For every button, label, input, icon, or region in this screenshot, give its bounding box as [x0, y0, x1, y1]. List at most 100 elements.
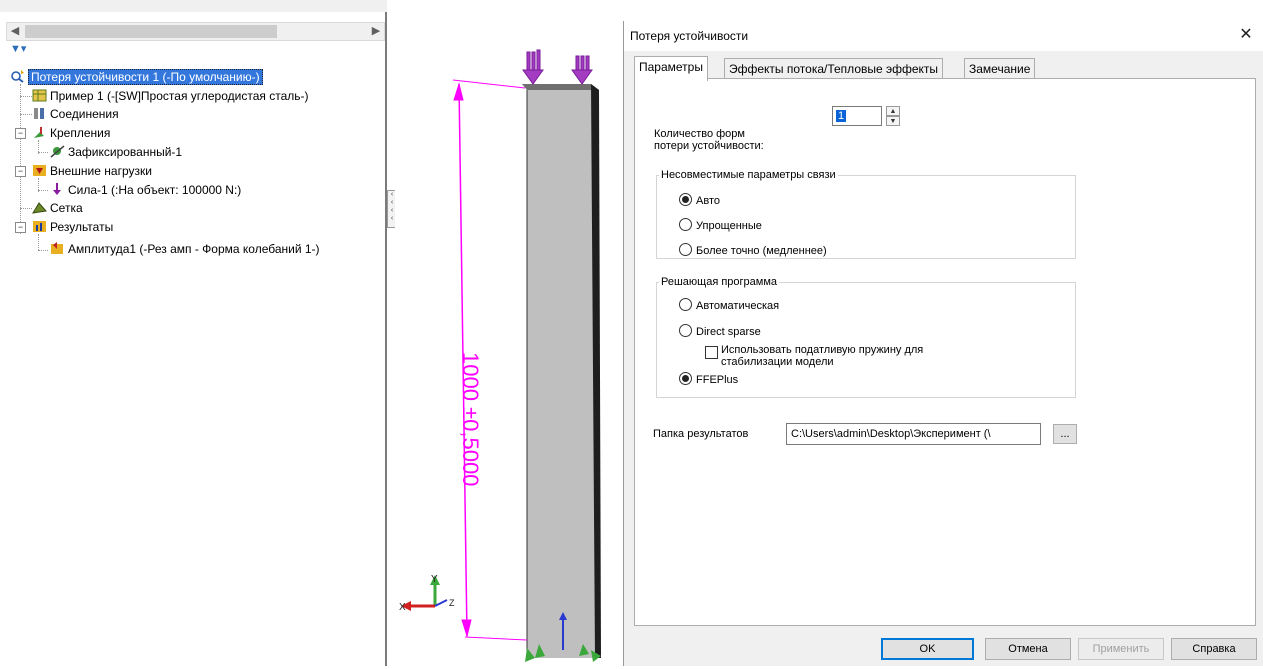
fixed-icon [50, 145, 65, 158]
force-arrows [522, 49, 593, 85]
radio-label: Авто [696, 195, 720, 207]
radio-ffeplus[interactable]: FFEPlus [679, 372, 738, 388]
axis-y-label: Y [431, 574, 438, 585]
dimension-label: 1000 ±0,5000 [458, 352, 483, 486]
spin-up-icon[interactable]: ▲ [886, 106, 900, 116]
scroll-left-arrow-icon[interactable]: ◀ [7, 23, 23, 40]
radio-label: Автоматическая [696, 300, 780, 312]
tree-connector [38, 190, 48, 191]
tree-connector [38, 234, 39, 250]
tab-parameters[interactable]: Параметры [634, 56, 708, 81]
tree-item-external-loads[interactable]: Внешние нагрузки [32, 162, 152, 180]
cancel-button[interactable]: Отмена [985, 638, 1071, 660]
axis-triad [401, 575, 448, 611]
tab-flow-thermal-effects[interactable]: Эффекты потока/Тепловые эффекты [724, 58, 944, 79]
tree-item-amplitude[interactable]: Амплитуда1 (-Рез амп - Форма колебаний 1… [50, 240, 320, 258]
horizontal-scrollbar[interactable]: ◀ ▶ [6, 22, 385, 41]
apply-button[interactable]: Применить [1078, 638, 1164, 660]
dialog-titlebar[interactable]: Потеря устойчивости ✕ [624, 21, 1263, 51]
help-button[interactable]: Справка [1171, 638, 1257, 660]
tree-item-label: Внешние нагрузки [50, 164, 152, 178]
tree-item-fixtures[interactable]: Крепления [32, 124, 110, 142]
radio-auto[interactable]: Авто [679, 193, 720, 209]
tree-item-label: Зафиксированный-1 [68, 145, 183, 159]
tree-item-study[interactable]: Потеря устойчивости 1 (-По умолчанию-) [10, 68, 263, 86]
checkbox-unchecked-icon [705, 346, 718, 359]
modes-label-line1: Количество форм [654, 128, 745, 140]
radio-simplified[interactable]: Упрощенные [679, 218, 762, 234]
radio-checked-icon [679, 193, 692, 206]
tab-notes[interactable]: Замечание [964, 58, 1036, 79]
axis-z-label: Z [449, 598, 455, 608]
radio-more-accurate[interactable]: Более точно (медленнее) [679, 243, 827, 259]
scroll-thumb[interactable] [25, 25, 277, 38]
modes-input[interactable]: 1 [832, 106, 882, 126]
part-icon [32, 89, 47, 102]
radio-checked-icon [679, 372, 692, 385]
radio-label: Direct sparse [696, 326, 761, 338]
tree-item-mesh[interactable]: Сетка [32, 199, 83, 217]
loads-icon [33, 165, 46, 176]
tree-item-label: Соединения [50, 107, 119, 121]
tree-item-label: Потеря устойчивости 1 (-По умолчанию-) [28, 69, 263, 85]
ok-button[interactable]: OK [881, 638, 974, 660]
tree-item-label: Результаты [50, 220, 114, 234]
collapse-toggle-icon[interactable]: − [15, 128, 26, 139]
pane-splitter[interactable] [385, 12, 387, 666]
force-icon [53, 183, 61, 195]
tree-connector [38, 250, 48, 251]
modes-label-line2: потери устойчивости: [654, 140, 764, 152]
radio-unchecked-icon [679, 298, 692, 311]
collapse-toggle-icon[interactable]: − [15, 166, 26, 177]
tree-item-label: Сила-1 (:На объект: 100000 N:) [68, 183, 242, 197]
axis-x-label: X [399, 602, 406, 613]
tree-item-part[interactable]: Пример 1 (-[SW]Простая углеродистая стал… [32, 87, 309, 105]
modes-value: 1 [836, 110, 847, 122]
tree-item-label: Сетка [50, 201, 83, 215]
results-folder-input[interactable]: C:\Users\admin\Desktop\Эксперимент (\ [786, 423, 1041, 445]
collapse-toggle-icon[interactable]: − [15, 222, 26, 233]
amplitude-plot-icon [51, 242, 63, 254]
soft-spring-checkbox[interactable]: Использовать податливую пружину для стаби… [705, 344, 985, 370]
modes-stepper[interactable]: 1 ▲ ▼ [832, 106, 902, 126]
scroll-right-arrow-icon[interactable]: ▶ [368, 23, 384, 40]
feature-tree-pane: ◀ ▶ ▼▾ − − − Потеря устойчивости 1 (-По … [0, 0, 387, 666]
radio-unchecked-icon [679, 218, 692, 231]
radio-direct-sparse[interactable]: Direct sparse [679, 324, 761, 340]
radio-unchecked-icon [679, 324, 692, 337]
tree-connector [20, 84, 21, 234]
connections-icon [34, 108, 44, 119]
soft-spring-label: Использовать податливую пружину для стаби… [721, 344, 981, 368]
results-folder-label: Папка результатов [653, 428, 749, 440]
tree-item-force[interactable]: Сила-1 (:На объект: 100000 N:) [50, 181, 241, 199]
mesh-icon [32, 202, 47, 214]
top-strip [0, 0, 387, 12]
model-view: 1000 ±0,5000 Y X Z [399, 49, 601, 662]
radio-automatic[interactable]: Автоматическая [679, 298, 779, 314]
tree-item-fixed[interactable]: Зафиксированный-1 [50, 143, 182, 161]
tree-connector [38, 152, 48, 153]
tree-item-results[interactable]: Результаты [32, 218, 113, 236]
soft-spring-line2: стабилизации модели [721, 356, 834, 368]
tree-connector [20, 114, 32, 115]
tree-item-label: Амплитуда1 (-Рез амп - Форма колебаний 1… [68, 242, 320, 256]
browse-button[interactable]: ... [1053, 424, 1077, 444]
close-icon[interactable]: ✕ [1236, 25, 1256, 45]
radio-label: Более точно (медленнее) [696, 245, 827, 257]
tree-item-connections[interactable]: Соединения [32, 105, 119, 123]
tree-connector [20, 96, 32, 97]
beam-front-face [527, 90, 595, 658]
beam-top-face [522, 84, 599, 90]
study-icon [11, 70, 24, 83]
spin-down-icon[interactable]: ▼ [886, 116, 900, 126]
solver-legend: Решающая программа [661, 276, 778, 288]
dialog-title: Потеря устойчивости [630, 29, 749, 43]
fixtures-icon [34, 127, 44, 138]
graphics-viewport[interactable]: 1000 ±0,5000 Y X Z [395, 0, 623, 666]
tree-item-label: Пример 1 (-[SW]Простая углеродистая стал… [50, 89, 309, 103]
filter-icon[interactable]: ▼▾ [10, 42, 34, 56]
tree-item-label: Крепления [50, 126, 111, 140]
radio-unchecked-icon [679, 243, 692, 256]
results-icon [33, 221, 46, 232]
buckling-dialog: Потеря устойчивости ✕ Параметры Эффекты … [623, 21, 1263, 666]
